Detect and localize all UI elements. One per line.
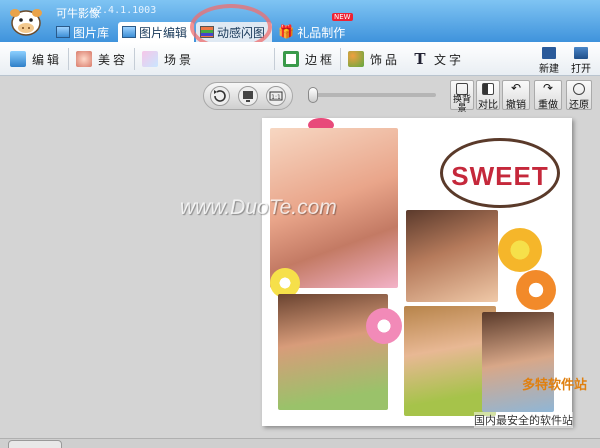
tab-label: 动感闪图	[217, 25, 266, 40]
divider	[68, 48, 69, 70]
text-icon: T	[414, 50, 426, 68]
undo-button[interactable]: ↶ 撤销	[502, 80, 530, 111]
tab-photo-edit[interactable]: 图片编辑	[118, 22, 195, 42]
actual-size-icon: 1:1	[269, 91, 283, 101]
button-label: 新建	[539, 64, 559, 75]
open-button[interactable]: 打开	[568, 46, 594, 75]
bubble-text: SWEET	[451, 161, 549, 191]
feature-scene[interactable]: 场景	[142, 48, 194, 70]
feature-label: 场景	[164, 52, 195, 67]
fit-screen-button[interactable]	[238, 86, 258, 106]
girl-photo-5	[482, 312, 554, 412]
site-slogan-text: 国内最安全的软件站	[474, 412, 573, 428]
feature-ornament[interactable]: 饰品	[348, 48, 400, 70]
feature-toolbar: 编辑 美容 场景 边框 饰品 T 文字 新建 打开	[0, 42, 600, 76]
photo-edit-icon	[122, 26, 137, 38]
gift-icon: 🎁	[278, 24, 295, 40]
watermark-text: www.DuoTe.com	[180, 196, 337, 219]
feature-label: 边框	[305, 52, 336, 67]
restore-button[interactable]: 还原	[566, 80, 592, 111]
zoom-slider[interactable]	[308, 87, 436, 103]
button-label: 还原	[569, 100, 589, 111]
button-label: 打开	[571, 64, 591, 75]
compare-button[interactable]: 对比	[476, 80, 500, 111]
divider	[340, 48, 341, 70]
button-label: 重做	[538, 100, 558, 111]
title-bar: 可牛影像 v2.4.1.1003 图片库 图片编辑 动感闪图 🎁 礼品制作 NE…	[0, 0, 600, 42]
tab-animated-gif[interactable]: 动感闪图	[196, 22, 273, 42]
feature-label: 编辑	[32, 52, 63, 67]
ornament-icon	[348, 51, 364, 67]
feature-text[interactable]: T 文字	[412, 48, 464, 70]
actual-size-button[interactable]: 1:1	[266, 86, 286, 106]
divider	[274, 48, 275, 70]
app-version: v2.4.1.1003	[90, 5, 157, 16]
cow-logo-icon	[10, 9, 42, 36]
status-bar	[0, 438, 600, 448]
tab-photo-library[interactable]: 图片库	[52, 22, 116, 42]
flower-decoration	[498, 228, 542, 272]
girl-photo-2	[406, 210, 498, 302]
speech-bubble: SWEET	[440, 138, 560, 208]
work-toolbar: 1:1 换背景 对比 ↶ 撤销 ↷ 重做 还原	[0, 76, 600, 114]
tab-label: 图片编辑	[139, 25, 188, 40]
restore-icon	[573, 83, 585, 95]
photo-library-icon	[56, 26, 70, 38]
flower-decoration	[366, 308, 402, 344]
tab-label: 图片库	[73, 25, 110, 40]
change-background-button[interactable]: 换背景	[450, 80, 474, 114]
redo-icon: ↷	[542, 81, 554, 95]
button-label: 换背景	[452, 95, 471, 114]
beauty-icon	[76, 51, 92, 67]
open-folder-icon	[574, 47, 588, 59]
animated-gif-icon	[200, 26, 215, 38]
monitor-icon	[243, 91, 253, 102]
svg-text:1:1: 1:1	[271, 94, 281, 101]
flower-decoration	[516, 270, 556, 310]
edit-icon	[10, 51, 26, 67]
view-controls: 1:1	[203, 82, 293, 110]
feature-label: 饰品	[370, 52, 401, 67]
feature-edit[interactable]: 编辑	[10, 48, 62, 70]
site-logo-text: 多特软件站	[522, 378, 588, 393]
tab-gift[interactable]: 🎁 礼品制作	[274, 22, 352, 42]
zoom-slider-knob[interactable]	[308, 87, 318, 103]
new-button[interactable]: 新建	[536, 46, 562, 75]
feature-label: 文字	[434, 52, 465, 67]
rotate-icon	[214, 90, 226, 102]
compare-icon	[482, 83, 494, 95]
redo-button[interactable]: ↷ 重做	[534, 80, 562, 111]
status-tab[interactable]	[8, 440, 62, 448]
frame-icon	[283, 51, 299, 67]
tab-label: 礼品制作	[297, 25, 346, 40]
divider	[134, 48, 135, 70]
undo-icon: ↶	[510, 81, 522, 95]
new-file-icon	[542, 47, 556, 59]
button-label: 撤销	[506, 100, 526, 111]
scene-icon	[142, 51, 158, 67]
change-background-icon	[456, 83, 468, 95]
feature-frame[interactable]: 边框	[283, 48, 335, 70]
rotate-button[interactable]	[210, 86, 230, 106]
main-tabs: 图片库 图片编辑 动感闪图 🎁 礼品制作	[52, 22, 352, 42]
button-label: 对比	[478, 100, 498, 111]
feature-label: 美容	[98, 52, 129, 67]
feature-beauty[interactable]: 美容	[76, 48, 128, 70]
new-badge: NEW	[332, 13, 353, 21]
